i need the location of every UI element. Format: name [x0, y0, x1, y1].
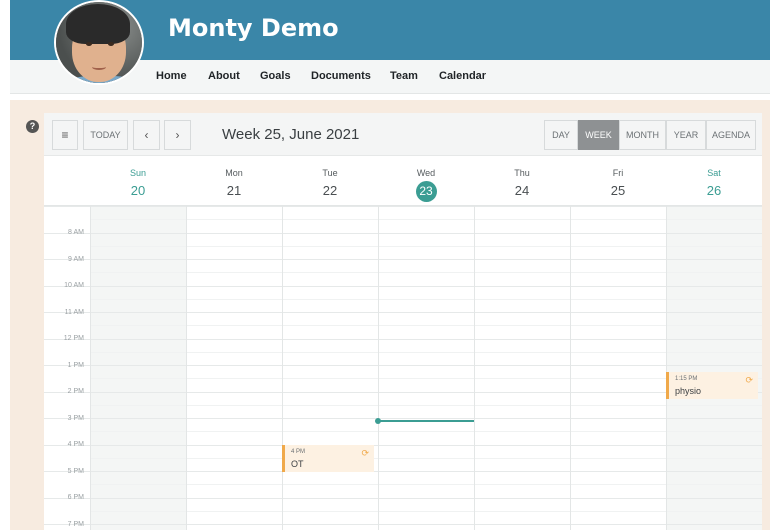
menu-icon[interactable]: ≡ [52, 120, 78, 150]
time-label: 2 PM [67, 388, 84, 395]
day-header-sun[interactable]: Sun 20 [90, 157, 186, 205]
nav-home[interactable]: Home [156, 70, 187, 82]
event-title: OT [291, 459, 304, 469]
current-time-line [378, 420, 474, 422]
day-header-fri[interactable]: Fri 25 [570, 157, 666, 205]
view-agenda-button[interactable]: AGENDA [706, 120, 756, 150]
nav-goals[interactable]: Goals [260, 70, 291, 82]
profile-avatar [54, 0, 144, 85]
weekend-column-sun [90, 206, 186, 530]
time-label: 3 PM [67, 415, 84, 422]
repeat-icon: ⟳ [745, 375, 753, 385]
event-ot[interactable]: 4 PM OT ⟳ [282, 445, 374, 472]
nav-calendar[interactable]: Calendar [439, 70, 486, 82]
prev-week-button[interactable]: ‹ [133, 120, 160, 150]
time-label: 4 PM [67, 441, 84, 448]
event-physio[interactable]: 1:15 PM physio ⟳ [666, 372, 758, 399]
day-header-wed[interactable]: Wed 23 [378, 157, 474, 205]
view-week-button[interactable]: WEEK [578, 120, 619, 150]
nav-documents[interactable]: Documents [311, 70, 371, 82]
day-header-thu[interactable]: Thu 24 [474, 157, 570, 205]
time-label: 10 AM [64, 282, 84, 289]
day-header-sat[interactable]: Sat 26 [666, 157, 762, 205]
nav-team[interactable]: Team [390, 70, 418, 82]
event-time: 1:15 PM [675, 376, 698, 382]
time-label: 11 AM [64, 309, 84, 316]
nav-about[interactable]: About [208, 70, 240, 82]
calendar-toolbar: ≡ TODAY ‹ › Week 25, June 2021 DAY WEEK … [44, 113, 762, 156]
current-time-dot [375, 418, 381, 424]
view-month-button[interactable]: MONTH [619, 120, 666, 150]
time-label: 9 AM [68, 256, 84, 263]
weekend-column-sat [666, 206, 762, 530]
next-week-button[interactable]: › [164, 120, 191, 150]
event-title: physio [675, 386, 702, 396]
time-label: 5 PM [67, 468, 84, 475]
time-label: 6 PM [67, 494, 84, 501]
calendar-title: Week 25, June 2021 [222, 126, 360, 143]
page: Monty Demo Home About Goals Documents Te… [0, 0, 780, 530]
time-label: 12 PM [63, 335, 84, 342]
time-label: 8 AM [68, 229, 84, 236]
help-icon[interactable]: ? [26, 120, 39, 133]
time-label: 7 PM [67, 521, 84, 528]
profile-name: Monty Demo [168, 14, 339, 42]
day-header-tue[interactable]: Tue 22 [282, 157, 378, 205]
repeat-icon: ⟳ [361, 448, 369, 458]
time-grid[interactable]: 8 AM 9 AM 10 AM 11 AM 12 PM 1 PM 2 PM 3 … [44, 206, 762, 530]
time-label: 1 PM [67, 362, 84, 369]
calendar: ≡ TODAY ‹ › Week 25, June 2021 DAY WEEK … [44, 113, 762, 530]
day-header-mon[interactable]: Mon 21 [186, 157, 282, 205]
view-day-button[interactable]: DAY [544, 120, 578, 150]
today-marker: 23 [415, 181, 437, 202]
event-time: 4 PM [291, 449, 306, 455]
today-button[interactable]: TODAY [83, 120, 128, 150]
view-year-button[interactable]: YEAR [666, 120, 706, 150]
